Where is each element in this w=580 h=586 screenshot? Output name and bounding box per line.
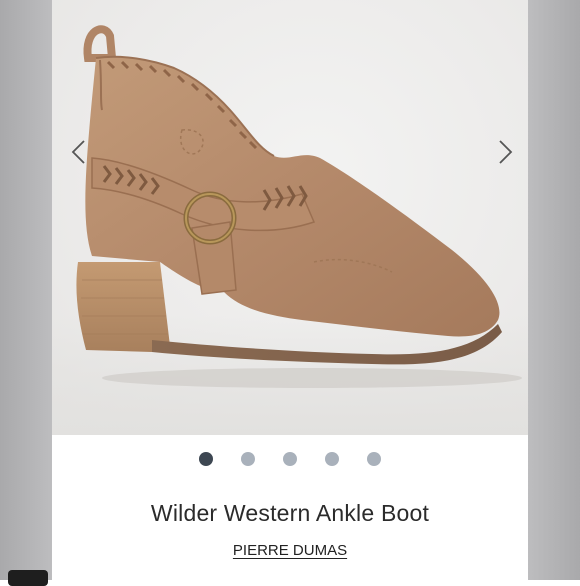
corner-badge — [8, 570, 48, 586]
right-backdrop — [528, 0, 580, 580]
pagination-dot-5[interactable] — [367, 452, 381, 466]
product-image[interactable] — [52, 0, 528, 435]
boot-illustration — [76, 25, 522, 388]
gallery-pagination — [52, 452, 528, 466]
chevron-right-icon[interactable] — [490, 138, 518, 166]
product-title: Wilder Western Ankle Boot — [150, 500, 430, 526]
pagination-dot-4[interactable] — [325, 452, 339, 466]
pagination-dot-3[interactable] — [283, 452, 297, 466]
pagination-dot-2[interactable] — [241, 452, 255, 466]
pagination-dot-1[interactable] — [199, 452, 213, 466]
brand-link[interactable]: PIERRE DUMAS — [52, 542, 528, 559]
product-card: Wilder Western Ankle Boot PIERRE DUMAS — [52, 0, 528, 580]
chevron-left-icon[interactable] — [66, 138, 94, 166]
left-backdrop — [0, 0, 52, 580]
